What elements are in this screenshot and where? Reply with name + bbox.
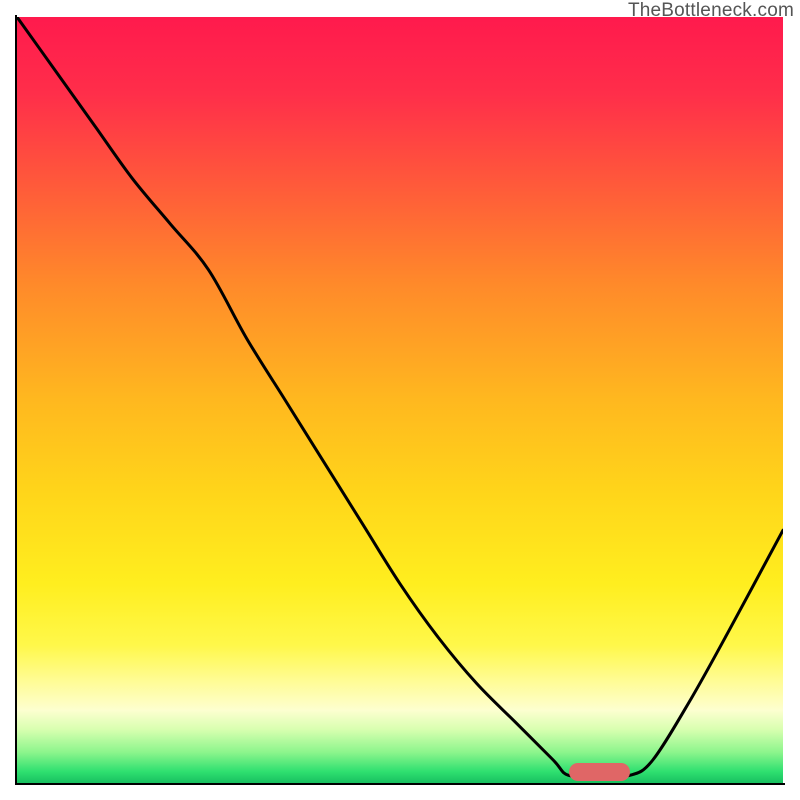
bottleneck-curve [17, 17, 783, 783]
plot-area [17, 17, 783, 783]
chart-canvas: TheBottleneck.com [0, 0, 800, 800]
y-axis [15, 15, 17, 785]
x-axis [15, 783, 785, 785]
optimal-range-marker [569, 763, 630, 781]
